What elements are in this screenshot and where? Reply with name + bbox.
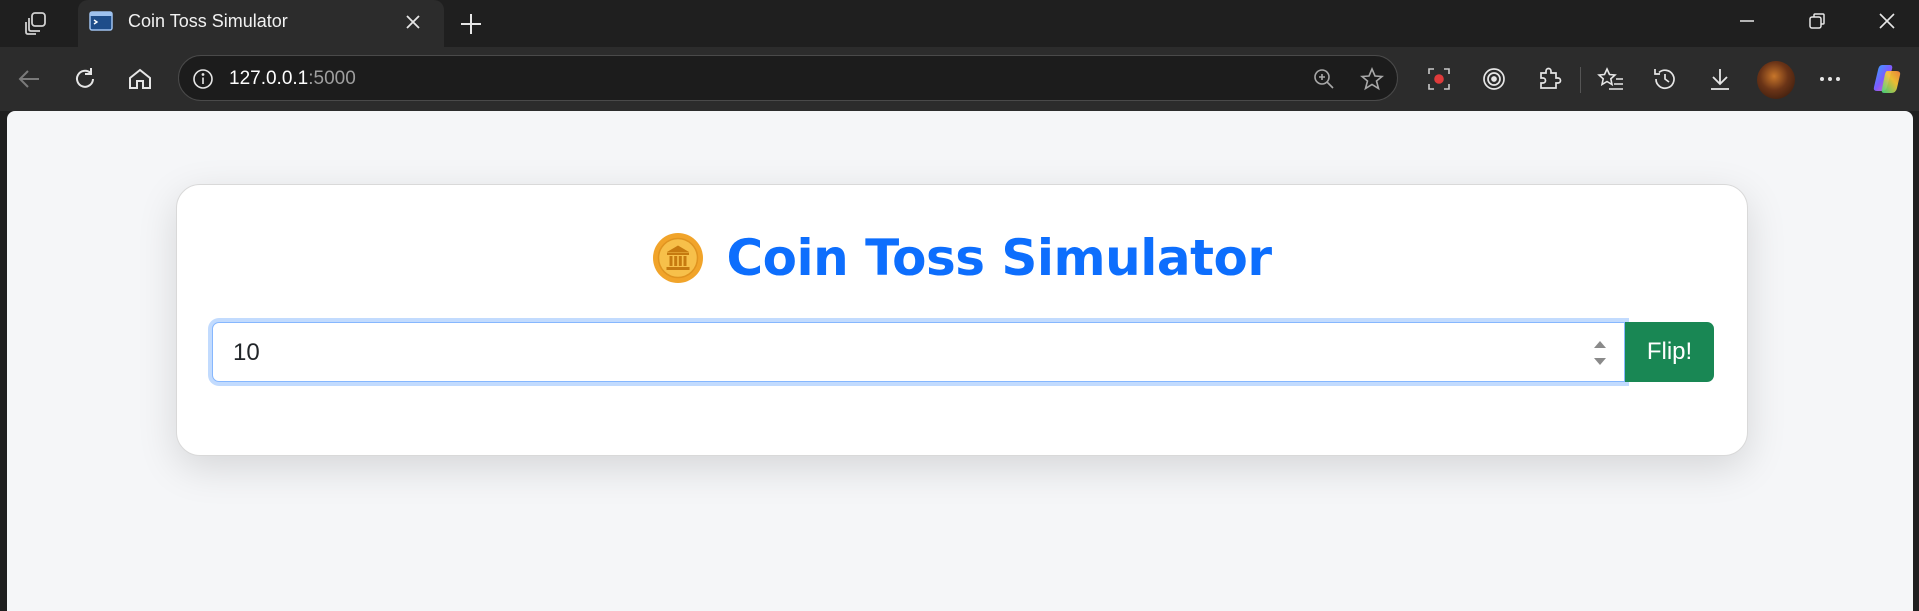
tab-title: Coin Toss Simulator (128, 11, 288, 31)
profile-avatar[interactable] (1757, 61, 1795, 99)
address-url[interactable]: 127.0.0.1:5000 (229, 68, 356, 90)
simulator-card: Coin Toss Simulator 10 Flip! (176, 184, 1748, 456)
more-options-icon[interactable] (1810, 59, 1850, 99)
restore-icon[interactable] (1787, 0, 1847, 42)
favorites-icon[interactable] (1591, 59, 1631, 99)
zoom-icon[interactable] (1311, 66, 1337, 92)
tab-strip: Coin Toss Simulator (0, 0, 1919, 47)
page-viewport: Coin Toss Simulator 10 Flip! (7, 111, 1913, 611)
downloads-icon[interactable] (1700, 59, 1740, 99)
number-spinner-icon[interactable] (1590, 336, 1610, 370)
flip-button[interactable]: Flip! (1625, 322, 1714, 382)
new-tab-icon[interactable] (455, 8, 487, 40)
browser-toolbar: 127.0.0.1:5000 (0, 47, 1919, 111)
history-icon[interactable] (1645, 59, 1685, 99)
screen-capture-icon[interactable] (1419, 59, 1459, 99)
address-bar[interactable]: 127.0.0.1:5000 (178, 55, 1398, 101)
flips-count-input[interactable]: 10 (212, 322, 1625, 382)
back-icon[interactable] (10, 59, 50, 99)
favorite-star-icon[interactable] (1359, 66, 1385, 92)
flip-form: 10 Flip! (212, 322, 1714, 382)
site-info-icon[interactable] (190, 66, 216, 92)
coin-icon (653, 233, 704, 283)
page-heading: Coin Toss Simulator (177, 223, 1747, 293)
close-tab-icon[interactable] (402, 11, 424, 33)
tab-active[interactable]: Coin Toss Simulator (78, 0, 444, 47)
tracking-icon[interactable] (1474, 59, 1514, 99)
minimize-icon[interactable] (1717, 0, 1777, 42)
home-icon[interactable] (120, 59, 160, 99)
copilot-icon[interactable] (1867, 59, 1907, 99)
page-favicon-icon (89, 11, 113, 31)
toolbar-divider (1580, 67, 1581, 93)
close-window-icon[interactable] (1857, 0, 1917, 42)
url-host: 127.0.0.1 (229, 68, 309, 89)
workspaces-icon[interactable] (18, 8, 54, 38)
page-title: Coin Toss Simulator (726, 229, 1272, 287)
flips-count-value: 10 (233, 339, 260, 366)
refresh-icon[interactable] (65, 59, 105, 99)
extensions-icon[interactable] (1529, 59, 1569, 99)
url-port: :5000 (308, 68, 356, 89)
